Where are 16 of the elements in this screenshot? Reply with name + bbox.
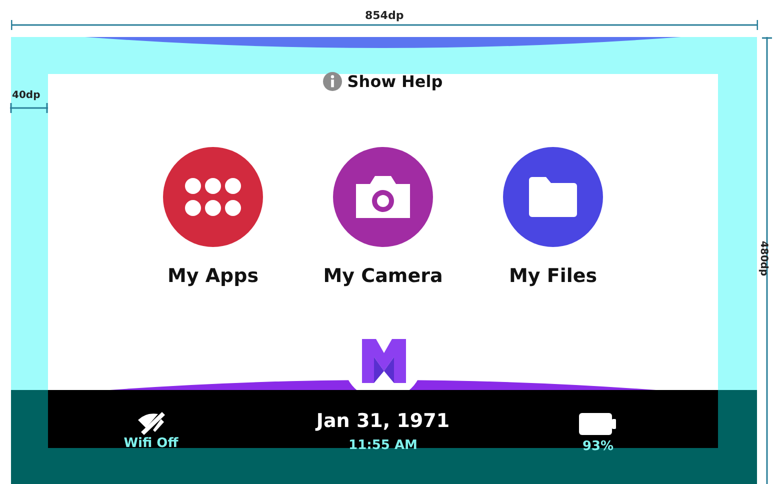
folder-icon	[527, 176, 579, 218]
app-label: My Apps	[167, 265, 259, 287]
show-help-link[interactable]: Show Help	[347, 72, 443, 91]
battery-icon	[579, 413, 617, 435]
date-label: Jan 31, 1971	[316, 410, 450, 432]
width-dimension-label: 854dp	[365, 9, 404, 22]
wifi-off-icon	[136, 410, 166, 436]
margin-dimension-label: 40dp	[12, 90, 40, 101]
app-label: My Files	[508, 265, 598, 287]
grid-icon	[185, 177, 241, 217]
height-dimension-label: 480dp	[758, 240, 770, 276]
margin-dimension-line	[10, 103, 48, 113]
wifi-status-label: Wifi Off	[124, 436, 178, 451]
app-label: My Camera	[323, 265, 443, 287]
battery-label: 93%	[582, 439, 614, 454]
time-label: 11:55 AM	[348, 438, 418, 453]
